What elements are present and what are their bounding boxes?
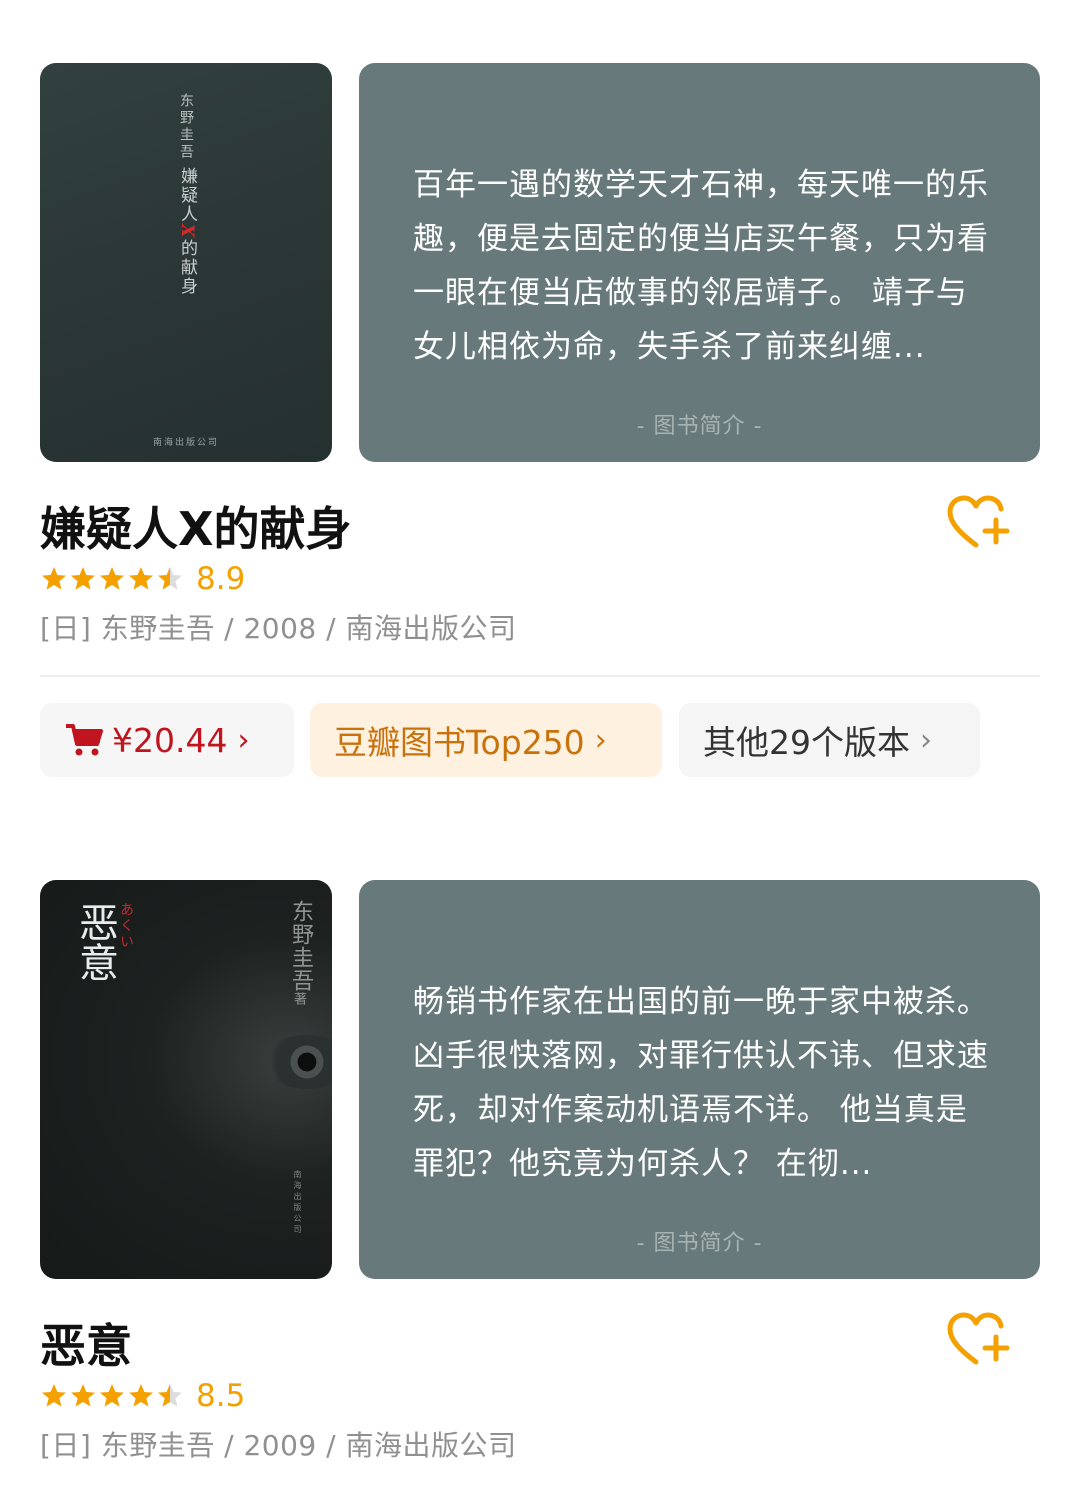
- top250-label: 豆瓣图书Top250: [334, 723, 585, 762]
- book-title[interactable]: 恶意: [40, 1310, 132, 1376]
- book-title[interactable]: 嫌疑人X的献身: [40, 493, 351, 559]
- chevron-right-icon: ›: [237, 722, 250, 758]
- star-half-icon: [158, 567, 182, 590]
- price-label: ¥20.44: [112, 720, 228, 760]
- other-editions-label: 其他29个版本: [703, 723, 910, 762]
- star-full-icon: [100, 1384, 124, 1407]
- top250-button[interactable]: 豆瓣图书Top250 ›: [310, 703, 662, 777]
- book-intro-label: - 图书简介 -: [636, 414, 763, 439]
- chevron-right-icon: ›: [594, 722, 607, 758]
- heart-plus-icon[interactable]: [946, 1312, 1010, 1368]
- cover-author-suffix: 著: [291, 992, 306, 1005]
- rating-row: 8.9: [40, 561, 245, 597]
- book-meta: [日] 东野圭吾 / 2008 / 南海出版公司: [40, 612, 517, 645]
- book-meta: [日] 东野圭吾 / 2009 / 南海出版公司: [40, 1429, 517, 1462]
- rating-stars: [40, 565, 184, 593]
- book-intro-card[interactable]: 畅销书作家在出国的前一晚于家中被杀。凶手很快落网，对罪行供认不讳、但求速死，却对…: [359, 880, 1040, 1279]
- book-intro-card[interactable]: 百年一遇的数学天才石神，每天唯一的乐趣，便是去固定的便当店买午餐，只为看一眼在便…: [359, 63, 1040, 462]
- chevron-right-icon: ›: [920, 722, 932, 758]
- star-full-icon: [129, 1384, 153, 1407]
- book-cover[interactable]: 东野圭吾 嫌疑人X的献身 南海出版公司: [40, 63, 332, 462]
- cover-publisher: 南海出版公司: [152, 438, 219, 448]
- rating-score: 8.9: [196, 561, 246, 597]
- book-intro-text: 百年一遇的数学天才石神，每天唯一的乐趣，便是去固定的便当店买午餐，只为看一眼在便…: [413, 167, 989, 365]
- book-intro-text: 畅销书作家在出国的前一晚于家中被杀。凶手很快落网，对罪行供认不讳、但求速死，却对…: [413, 984, 989, 1182]
- divider: [40, 675, 1040, 677]
- other-editions-button[interactable]: 其他29个版本 ›: [679, 703, 980, 777]
- rating-score: 8.5: [196, 1378, 246, 1414]
- cover-author: 东野圭吾: [178, 93, 194, 161]
- cart-icon: [66, 724, 103, 756]
- heart-plus-icon[interactable]: [946, 495, 1010, 551]
- cover-kana: あくい: [118, 902, 134, 950]
- star-full-icon: [42, 567, 66, 590]
- buy-price-button[interactable]: ¥20.44 ›: [40, 703, 294, 777]
- star-full-icon: [42, 1384, 66, 1407]
- cover-publisher: 南海出版公司: [293, 1170, 302, 1236]
- star-full-icon: [71, 1384, 95, 1407]
- book-intro-label: - 图书简介 -: [636, 1231, 763, 1256]
- cover-title: 嫌疑人X的献身: [177, 167, 197, 297]
- star-full-icon: [100, 567, 124, 590]
- cover-author: 东野圭吾: [288, 900, 313, 992]
- eye-image: [264, 1035, 332, 1089]
- rating-stars: [40, 1382, 184, 1410]
- star-full-icon: [129, 567, 153, 590]
- star-full-icon: [71, 567, 95, 590]
- rating-row: 8.5: [40, 1378, 245, 1414]
- book-cover[interactable]: 恶意 あくい 东野圭吾 著 南海出版公司: [40, 880, 332, 1279]
- star-half-icon: [158, 1384, 182, 1407]
